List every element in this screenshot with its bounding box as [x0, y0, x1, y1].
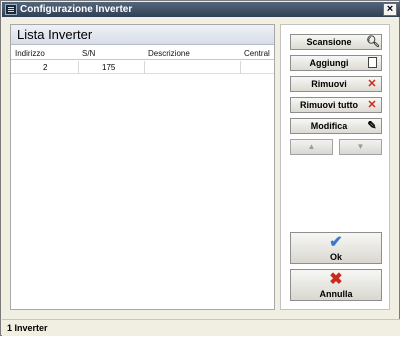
move-down-button[interactable]: ▼: [339, 139, 382, 155]
status-bar: 1 Inverter: [2, 319, 400, 336]
title-bar[interactable]: Configurazione Inverter ×: [2, 2, 400, 17]
column-header-descrizione[interactable]: Descrizione: [148, 47, 190, 60]
document-icon: [368, 57, 377, 68]
scansione-label: Scansione: [306, 37, 352, 47]
column-divider: [78, 61, 79, 74]
ok-button[interactable]: ✔ Ok: [290, 232, 382, 264]
checkmark-icon: ✔: [329, 234, 343, 251]
close-icon: ✕: [367, 99, 377, 111]
list-title: Lista Inverter: [11, 25, 274, 45]
rimuovi-button[interactable]: Rimuovi ✕: [290, 76, 382, 92]
modifica-button[interactable]: Modifica ✎: [290, 118, 382, 134]
arrow-up-icon: ▲: [307, 142, 316, 151]
aggiungi-button[interactable]: Aggiungi: [290, 55, 382, 71]
edit-icon: ✎: [367, 120, 377, 132]
rimuovi-label: Rimuovi: [311, 79, 347, 89]
ok-label: Ok: [329, 252, 342, 262]
table-row[interactable]: 2 175: [11, 61, 274, 74]
rimuovi-tutto-button[interactable]: Rimuovi tutto ✕: [290, 97, 382, 113]
cell-sn: 175: [102, 63, 116, 72]
dialog-window: Configurazione Inverter × Lista Inverter…: [0, 0, 400, 336]
move-up-button[interactable]: ▲: [290, 139, 333, 155]
annulla-label: Annulla: [319, 289, 353, 299]
close-window-button[interactable]: ×: [383, 3, 397, 16]
close-icon: ✕: [367, 78, 377, 90]
annulla-button[interactable]: ✖ Annulla: [290, 269, 382, 301]
actions-panel: Scansione 🔍︎ Aggiungi Rimuovi ✕ Rimuovi …: [280, 24, 390, 310]
column-header-sn[interactable]: S/N: [82, 47, 95, 60]
scansione-button[interactable]: Scansione 🔍︎: [290, 34, 382, 50]
column-divider: [240, 61, 241, 74]
column-header-central[interactable]: Central: [244, 47, 270, 60]
arrow-down-icon: ▼: [356, 142, 365, 151]
search-icon: 🔍︎: [366, 36, 380, 48]
column-header-indirizzo[interactable]: Indirizzo: [15, 47, 45, 60]
cell-indirizzo: 2: [43, 63, 48, 72]
column-divider: [144, 61, 145, 74]
close-icon: ×: [386, 3, 394, 15]
window-title: Configurazione Inverter: [20, 4, 133, 15]
cancel-icon: ✖: [329, 271, 343, 288]
status-text: 1 Inverter: [7, 323, 48, 333]
inverter-list-panel: Lista Inverter Indirizzo S/N Descrizione…: [10, 24, 275, 310]
table-header: Indirizzo S/N Descrizione Central: [11, 47, 274, 60]
app-icon: [5, 4, 17, 15]
aggiungi-label: Aggiungi: [309, 58, 349, 68]
modifica-label: Modifica: [310, 121, 348, 131]
rimuovi-tutto-label: Rimuovi tutto: [300, 100, 358, 110]
